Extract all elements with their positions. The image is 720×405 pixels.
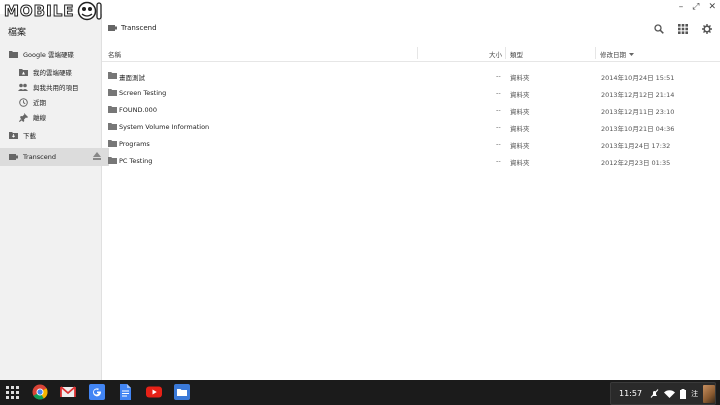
column-divider bbox=[505, 47, 506, 59]
youtube-icon[interactable] bbox=[146, 384, 162, 400]
file-size: -- bbox=[496, 72, 501, 80]
file-type: 資料夾 bbox=[510, 125, 530, 133]
sidebar-item-label: Transcend bbox=[23, 153, 56, 161]
ime-indicator: 注 bbox=[691, 389, 699, 398]
clock: 11:57 bbox=[619, 389, 643, 398]
file-size: -- bbox=[496, 123, 501, 131]
grid-view-icon[interactable] bbox=[678, 24, 688, 34]
gear-icon[interactable] bbox=[702, 24, 712, 34]
file-name: FOUND.000 bbox=[119, 106, 157, 114]
watermark-text: MOBILE bbox=[4, 2, 75, 21]
close-button[interactable]: ✕ bbox=[708, 2, 716, 12]
file-type: 資料夾 bbox=[510, 91, 530, 99]
chrome-icon[interactable] bbox=[32, 384, 48, 400]
sidebar-item-label: 我的雲端硬碟 bbox=[33, 69, 72, 77]
sidebar-item-label: 離線 bbox=[33, 114, 46, 122]
google-search-icon[interactable] bbox=[89, 384, 105, 400]
sidebar-item-google-drive[interactable]: Google 雲端硬碟 bbox=[0, 46, 109, 62]
column-date[interactable]: 修改日期 bbox=[600, 49, 634, 59]
breadcrumb-label: Transcend bbox=[121, 24, 157, 32]
window-controls: – ⤢ ✕ bbox=[679, 2, 716, 12]
file-row[interactable]: 畫面測試 -- 資料夾 2014年10月24日 15:51 bbox=[102, 68, 720, 84]
file-row[interactable]: FOUND.000 -- 資料夾 2013年12月11日 23:10 bbox=[102, 102, 720, 118]
file-size: -- bbox=[496, 89, 501, 97]
file-type: 資料夾 bbox=[510, 108, 530, 116]
sidebar-item-label: Google 雲端硬碟 bbox=[23, 51, 74, 59]
usb-drive-icon bbox=[108, 25, 117, 31]
column-size[interactable]: 大小 bbox=[489, 49, 502, 59]
shelf-taskbar: 11:57 注 bbox=[0, 380, 720, 405]
file-row[interactable]: System Volume Information -- 資料夾 2013年10… bbox=[102, 119, 720, 135]
status-tray[interactable]: 11:57 注 bbox=[610, 382, 716, 405]
file-size: -- bbox=[496, 106, 501, 114]
docs-icon[interactable] bbox=[117, 384, 133, 400]
eject-icon[interactable] bbox=[93, 152, 101, 160]
file-name: System Volume Information bbox=[119, 123, 210, 131]
sidebar: 檔案 Google 雲端硬碟 我的雲端硬碟 與我共用的項目 近期 離線 下載 T… bbox=[0, 14, 109, 380]
breadcrumb[interactable]: Transcend bbox=[108, 24, 157, 32]
shared-icon bbox=[18, 82, 28, 92]
file-date: 2013年12月12日 21:14 bbox=[601, 91, 675, 99]
avatar bbox=[703, 384, 715, 403]
file-list-pane: Transcend 名稱 大小 類型 修改日期 畫面測試 -- 資料夾 2014… bbox=[102, 14, 720, 380]
sidebar-title: 檔案 bbox=[8, 28, 27, 38]
usb-drive-icon bbox=[8, 152, 18, 162]
file-date: 2013年10月21日 04:36 bbox=[601, 125, 675, 133]
files-app-window: – ⤢ ✕ MOBILE 檔案 Google 雲端硬碟 我的雲端硬碟 與我共用的… bbox=[0, 0, 720, 380]
files-app-icon[interactable] bbox=[174, 384, 190, 400]
file-type: 資料夾 bbox=[510, 74, 530, 82]
column-header: 名稱 大小 類型 修改日期 bbox=[102, 45, 720, 62]
column-divider bbox=[417, 47, 418, 59]
toolbar-actions bbox=[654, 24, 712, 34]
file-name: Programs bbox=[119, 140, 150, 148]
sidebar-item-transcend[interactable]: Transcend bbox=[0, 148, 109, 166]
file-row[interactable]: PC Testing -- 資料夾 2012年2月23日 01:35 bbox=[102, 153, 720, 169]
file-size: -- bbox=[496, 140, 501, 148]
file-name: 畫面測試 bbox=[119, 74, 145, 82]
app-launcher-icon[interactable] bbox=[4, 384, 20, 400]
sidebar-item-label: 下載 bbox=[23, 132, 36, 140]
minimize-button[interactable]: – bbox=[679, 2, 684, 12]
folder-icon bbox=[108, 140, 117, 147]
file-name: PC Testing bbox=[119, 157, 153, 165]
wifi-icon bbox=[664, 389, 676, 398]
search-icon[interactable] bbox=[654, 24, 664, 34]
sort-desc-icon bbox=[629, 52, 634, 56]
pin-icon bbox=[18, 112, 28, 122]
title-bar: – ⤢ ✕ bbox=[0, 0, 720, 14]
watermark-logo: MOBILE bbox=[4, 1, 103, 21]
watermark-mascot-icon bbox=[77, 1, 102, 21]
clock-icon bbox=[18, 97, 28, 107]
column-date-label: 修改日期 bbox=[600, 51, 626, 59]
sidebar-item-label: 近期 bbox=[33, 99, 46, 107]
folder-icon bbox=[108, 157, 117, 164]
file-row[interactable]: Screen Testing -- 資料夾 2013年12月12日 21:14 bbox=[102, 85, 720, 101]
my-drive-icon bbox=[18, 67, 28, 77]
column-name[interactable]: 名稱 bbox=[108, 49, 121, 59]
file-name: Screen Testing bbox=[119, 89, 167, 97]
file-type: 資料夾 bbox=[510, 142, 530, 150]
maximize-button[interactable]: ⤢ bbox=[692, 2, 699, 12]
file-date: 2014年10月24日 15:51 bbox=[601, 74, 675, 82]
file-size: -- bbox=[496, 157, 501, 165]
notifications-muted-icon bbox=[650, 389, 659, 398]
battery-icon bbox=[680, 388, 687, 399]
column-type[interactable]: 類型 bbox=[510, 49, 523, 59]
file-date: 2013年12月11日 23:10 bbox=[601, 108, 675, 116]
file-type: 資料夾 bbox=[510, 159, 530, 167]
gmail-icon[interactable] bbox=[60, 384, 76, 400]
folder-icon bbox=[108, 123, 117, 130]
file-row[interactable]: Programs -- 資料夾 2013年1月24日 17:32 bbox=[102, 136, 720, 152]
drive-icon bbox=[8, 49, 18, 59]
sidebar-item-label: 與我共用的項目 bbox=[33, 84, 79, 92]
folder-icon bbox=[108, 72, 117, 79]
download-icon bbox=[8, 130, 18, 140]
folder-icon bbox=[108, 89, 117, 96]
folder-icon bbox=[108, 106, 117, 113]
sidebar-item-downloads[interactable]: 下載 bbox=[0, 127, 109, 143]
toolbar: Transcend bbox=[102, 14, 720, 44]
file-date: 2012年2月23日 01:35 bbox=[601, 159, 671, 167]
file-date: 2013年1月24日 17:32 bbox=[601, 142, 671, 150]
column-divider bbox=[595, 47, 596, 59]
